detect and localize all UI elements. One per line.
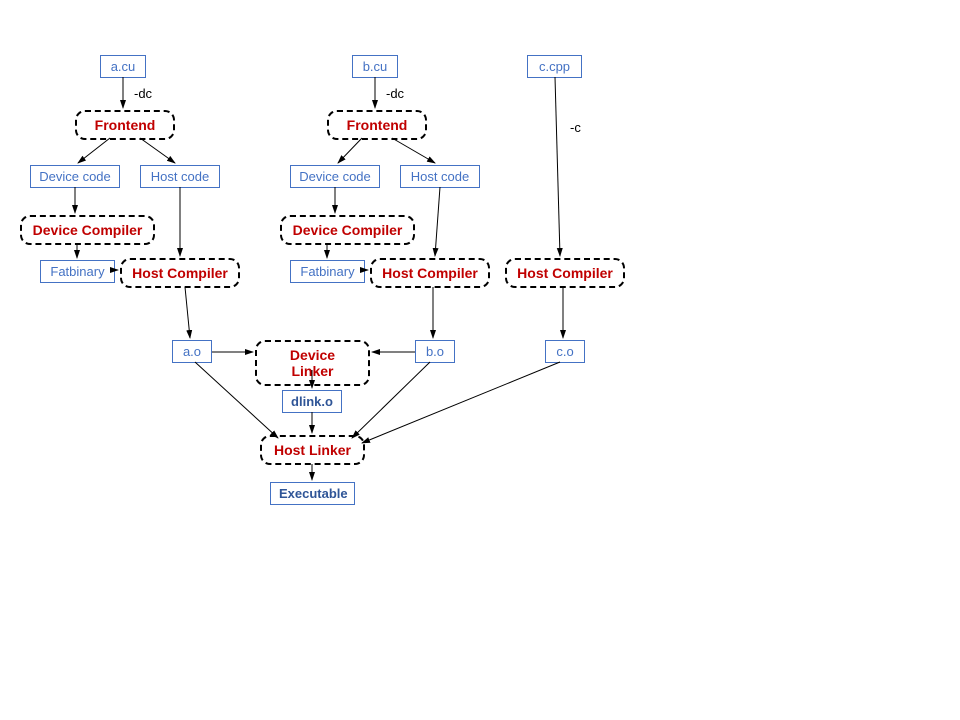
node-fatbin-b: Fatbinary bbox=[290, 260, 365, 283]
node-ao: a.o bbox=[172, 340, 212, 363]
arrows bbox=[0, 0, 960, 720]
node-ccpp: c.cpp bbox=[527, 55, 582, 78]
stage-devcomp-b: Device Compiler bbox=[280, 215, 415, 245]
node-hostcode-b: Host code bbox=[400, 165, 480, 188]
stage-devlinker: Device Linker bbox=[255, 340, 370, 386]
label-c: -c bbox=[570, 120, 581, 135]
stage-hostlinker: Host Linker bbox=[260, 435, 365, 465]
node-exe: Executable bbox=[270, 482, 355, 505]
node-hostcode-a: Host code bbox=[140, 165, 220, 188]
node-acu: a.cu bbox=[100, 55, 146, 78]
node-fatbin-a: Fatbinary bbox=[40, 260, 115, 283]
node-dlinko: dlink.o bbox=[282, 390, 342, 413]
node-bcu: b.cu bbox=[352, 55, 398, 78]
node-devcode-b: Device code bbox=[290, 165, 380, 188]
node-co: c.o bbox=[545, 340, 585, 363]
stage-hostcomp-b: Host Compiler bbox=[370, 258, 490, 288]
label-dc-a: -dc bbox=[134, 86, 152, 101]
stage-hostcomp-a: Host Compiler bbox=[120, 258, 240, 288]
label-dc-b: -dc bbox=[386, 86, 404, 101]
stage-frontend-b: Frontend bbox=[327, 110, 427, 140]
node-devcode-a: Device code bbox=[30, 165, 120, 188]
stage-devcomp-a: Device Compiler bbox=[20, 215, 155, 245]
node-bo: b.o bbox=[415, 340, 455, 363]
stage-hostcomp-c: Host Compiler bbox=[505, 258, 625, 288]
stage-frontend-a: Frontend bbox=[75, 110, 175, 140]
